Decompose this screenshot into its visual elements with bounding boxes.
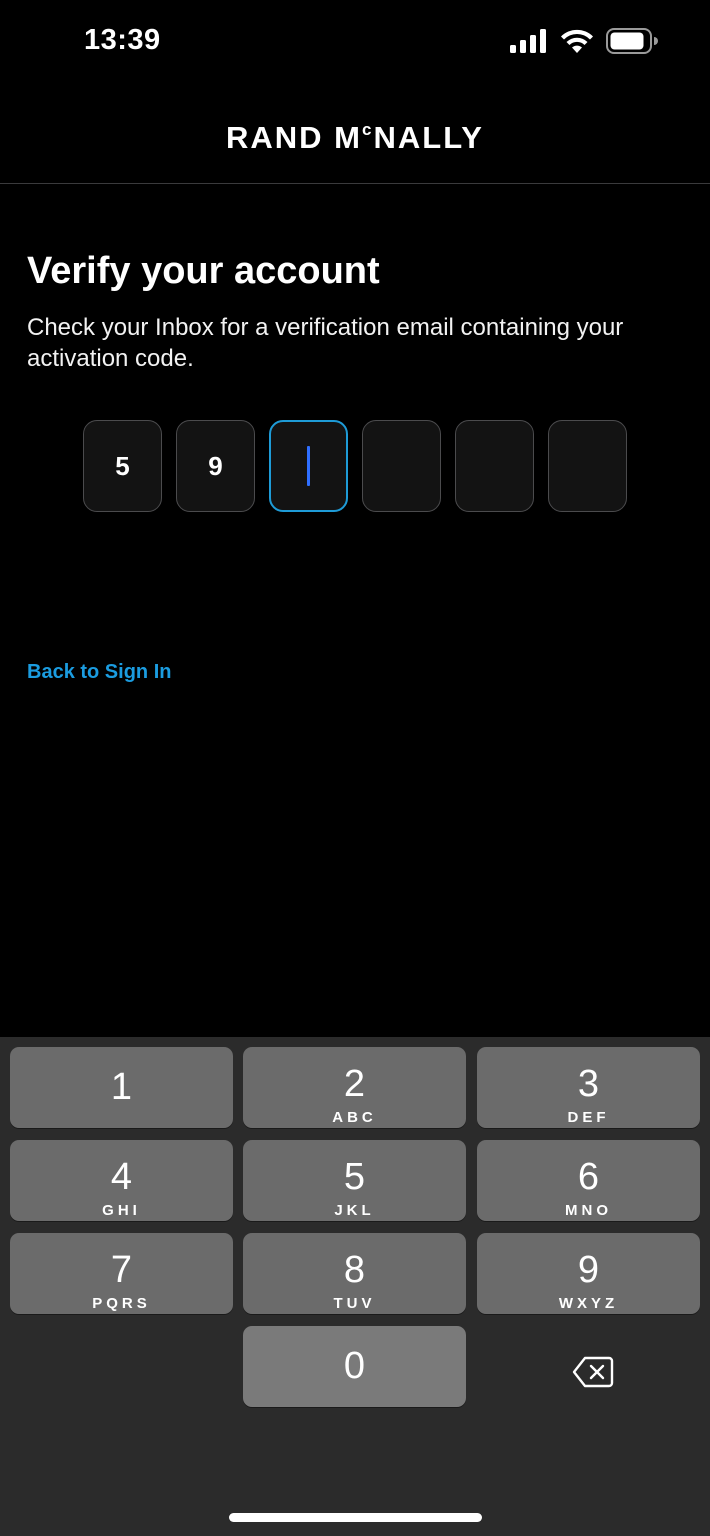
key-8[interactable]: 8 TUV [243,1233,466,1314]
code-digit-2[interactable]: 9 [176,420,255,512]
home-indicator[interactable] [229,1513,482,1522]
code-digit-4[interactable] [362,420,441,512]
numeric-keyboard: 1 2 ABC 3 DEF 4 GHI 5 JKL 6 MNO 7 PQRS 8 TUV 9W… [0,1037,710,1536]
wifi-icon [561,29,593,53]
key-4[interactable]: 4 GHI [10,1140,233,1221]
key-1[interactable]: 1 [10,1047,233,1128]
key-3[interactable]: 3 DEF [477,1047,700,1128]
brand-header: RAND McNALLY [0,86,710,184]
rand-mcnally-logo: RAND McNALLY [226,119,484,155]
key-7[interactable]: 7 PQRS [10,1233,233,1314]
backspace-icon [572,1356,614,1388]
page-description: Check your Inbox for a verification emai… [27,314,624,372]
status-icons [510,28,658,54]
cellular-signal-icon [510,29,546,53]
code-digit-5[interactable] [455,420,534,512]
code-digit-1[interactable]: 5 [83,420,162,512]
text-caret [307,446,310,486]
key-0[interactable]: 0 [243,1326,466,1407]
back-to-sign-in-link[interactable]: Back to Sign In [27,661,171,684]
status-bar: 13:39 [0,0,710,86]
verification-code-input[interactable]: 5 9 [83,420,627,512]
code-digit-3[interactable] [269,420,348,512]
key-5[interactable]: 5 JKL [243,1140,466,1221]
key-2[interactable]: 2 ABC [243,1047,466,1128]
code-digit-6[interactable] [548,420,627,512]
key-6[interactable]: 6 MNO [477,1140,700,1221]
page-title: Verify your account [27,250,380,292]
delete-key[interactable] [561,1345,625,1399]
battery-icon [606,28,658,54]
key-9[interactable]: 9 WXYZ [477,1233,700,1314]
status-time: 13:39 [84,24,161,56]
